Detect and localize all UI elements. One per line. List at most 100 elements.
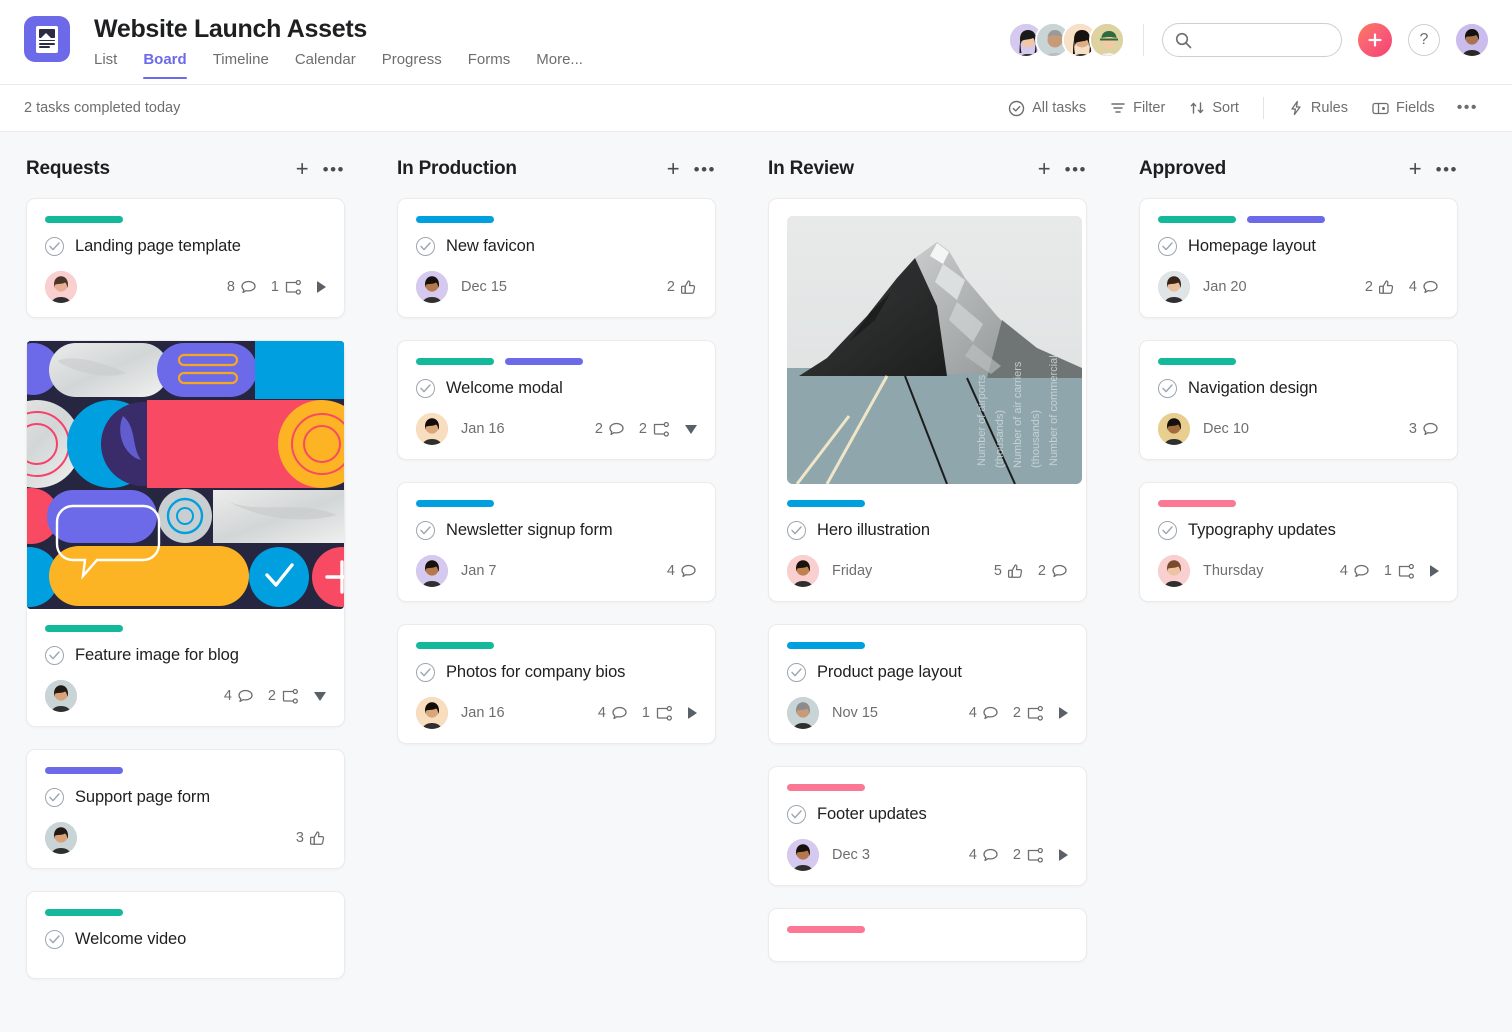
column-menu-button[interactable]: ••• [1436,161,1458,178]
card-title[interactable]: Feature image for blog [75,646,239,665]
all-tasks-filter-button[interactable]: All tasks [996,95,1098,122]
card-title[interactable]: Homepage layout [1188,237,1316,256]
card-title[interactable]: Photos for company bios [446,663,625,682]
card-tag-purple[interactable] [505,358,583,365]
task-complete-checkbox[interactable] [787,805,806,824]
tab-more[interactable]: More... [536,51,583,79]
card-title[interactable]: Welcome video [75,930,186,949]
task-complete-checkbox[interactable] [416,663,435,682]
card-meta-comments[interactable]: 4 [1409,279,1439,296]
expand-card-arrow-icon[interactable] [1059,849,1068,861]
avatar[interactable] [416,413,448,445]
avatar[interactable] [45,822,77,854]
card-due-date[interactable]: Dec 15 [461,279,507,295]
avatar[interactable] [45,680,77,712]
card-tag-pink[interactable] [1158,500,1236,507]
card-tag-blue[interactable] [787,500,865,507]
card-meta-comments[interactable]: 4 [598,705,628,722]
task-complete-checkbox[interactable] [1158,237,1177,256]
task-complete-checkbox[interactable] [416,379,435,398]
card-title[interactable]: Footer updates [817,805,927,824]
card-meta-subtasks[interactable]: 1 [642,705,674,722]
card-meta-comments[interactable]: 4 [969,705,999,722]
add-task-to-column-button[interactable]: + [667,158,680,180]
toolbar-overflow-menu[interactable]: ••• [1447,94,1488,122]
expand-card-arrow-icon[interactable] [1430,565,1439,577]
card-tag-green[interactable] [45,216,123,223]
task-card[interactable]: Navigation design Dec 10 3 [1139,340,1458,460]
task-card[interactable]: Homepage layout Jan 20 2 4 [1139,198,1458,318]
card-meta-comments[interactable]: 8 [227,279,257,296]
task-card[interactable] [768,908,1087,962]
task-complete-checkbox[interactable] [787,521,806,540]
task-complete-checkbox[interactable] [45,237,64,256]
card-tag-purple[interactable] [45,767,123,774]
card-tag-green[interactable] [416,358,494,365]
tab-progress[interactable]: Progress [382,51,442,79]
task-card[interactable]: Typography updates Thursday 4 1 [1139,482,1458,602]
card-title[interactable]: Landing page template [75,237,241,256]
card-meta-subtasks[interactable]: 1 [1384,563,1416,580]
card-due-date[interactable]: Dec 10 [1203,421,1249,437]
task-complete-checkbox[interactable] [416,521,435,540]
rules-button[interactable]: Rules [1276,95,1360,121]
task-complete-checkbox[interactable] [45,788,64,807]
card-due-date[interactable]: Jan 20 [1203,279,1247,295]
avatar[interactable] [416,271,448,303]
card-title[interactable]: Navigation design [1188,379,1318,398]
card-meta-subtasks[interactable]: 1 [271,279,303,296]
expand-card-arrow-icon[interactable] [688,707,697,719]
member-avatar-stack[interactable] [1008,22,1125,58]
card-tag-purple[interactable] [1247,216,1325,223]
card-meta-comments[interactable]: 4 [969,847,999,864]
card-tag-blue[interactable] [416,216,494,223]
add-task-to-column-button[interactable]: + [296,158,309,180]
task-card[interactable]: New favicon Dec 15 2 [397,198,716,318]
collapse-card-arrow-icon[interactable] [314,691,326,701]
tab-forms[interactable]: Forms [468,51,511,79]
expand-card-arrow-icon[interactable] [317,281,326,293]
create-button[interactable] [1358,23,1392,57]
search-input[interactable] [1200,32,1329,48]
help-button[interactable]: ? [1408,24,1440,56]
column-menu-button[interactable]: ••• [694,161,716,178]
task-card[interactable]: Welcome modal Jan 16 2 2 [397,340,716,460]
task-complete-checkbox[interactable] [45,646,64,665]
card-title[interactable]: New favicon [446,237,535,256]
card-title[interactable]: Hero illustration [817,521,930,540]
avatar[interactable] [787,839,819,871]
card-tag-green[interactable] [45,909,123,916]
task-card[interactable]: Photos for company bios Jan 16 4 1 [397,624,716,744]
sort-button[interactable]: Sort [1177,95,1251,121]
task-card[interactable]: Newsletter signup form Jan 7 4 [397,482,716,602]
task-card[interactable]: Number of commercial (thousands) Number of… [768,198,1087,602]
card-meta-comments[interactable]: 3 [1409,421,1439,438]
card-due-date[interactable]: Jan 7 [461,563,496,579]
card-meta-comments[interactable]: 2 [1038,563,1068,580]
card-tag-pink[interactable] [787,784,865,791]
card-meta-comments[interactable]: 4 [224,688,254,705]
task-complete-checkbox[interactable] [45,930,64,949]
card-due-date[interactable]: Friday [832,563,872,579]
task-complete-checkbox[interactable] [416,237,435,256]
tab-board[interactable]: Board [143,51,188,79]
card-title[interactable]: Welcome modal [446,379,563,398]
task-complete-checkbox[interactable] [1158,379,1177,398]
card-tag-green[interactable] [45,625,123,632]
filter-button[interactable]: Filter [1098,95,1177,121]
task-card[interactable]: Feature image for blog 4 2 [26,340,345,727]
attachment-preview-mountain-photo[interactable]: Number of commercial (thousands) Number of… [787,216,1082,484]
card-tag-pink[interactable] [787,926,865,933]
search-box[interactable] [1162,23,1342,57]
collapse-card-arrow-icon[interactable] [685,424,697,434]
task-complete-checkbox[interactable] [1158,521,1177,540]
card-title[interactable]: Product page layout [817,663,962,682]
card-meta-likes[interactable]: 5 [994,563,1024,580]
card-meta-likes[interactable]: 2 [667,279,697,296]
fields-button[interactable]: Fields [1360,95,1447,121]
avatar[interactable] [787,555,819,587]
card-meta-subtasks[interactable]: 2 [268,688,300,705]
attachment-preview-abstract-graphic[interactable] [27,341,344,609]
card-meta-comments[interactable]: 2 [595,421,625,438]
avatar[interactable] [45,271,77,303]
